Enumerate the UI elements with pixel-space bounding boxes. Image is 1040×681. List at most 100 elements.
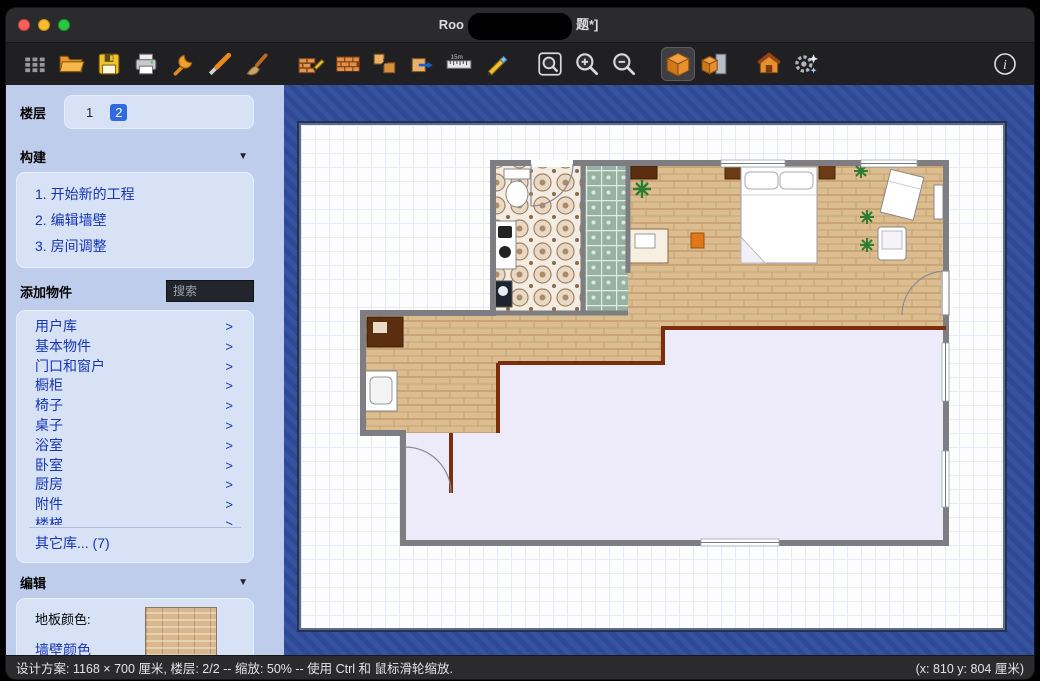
chevron-right-icon: >: [225, 495, 233, 515]
chisel-tool-button[interactable]: [203, 47, 237, 81]
search-input[interactable]: [166, 280, 254, 302]
open-folder-button[interactable]: [55, 47, 89, 81]
edit-header-label: 编辑: [20, 573, 46, 592]
design-settings-icon: [792, 50, 820, 78]
category-item[interactable]: 基本物件 >: [17, 337, 253, 357]
close-button[interactable]: [18, 19, 30, 31]
floor-tab-2[interactable]: 2: [110, 104, 127, 121]
minimize-button[interactable]: [38, 19, 50, 31]
category-item[interactable]: 桌子 >: [17, 416, 253, 436]
draw-walls-icon: [297, 50, 325, 78]
traffic-lights: [18, 8, 70, 42]
floor-row: 楼层 12: [6, 95, 284, 129]
maximize-button[interactable]: [58, 19, 70, 31]
window-title-right: 题*]: [576, 8, 598, 42]
add-objects-label: 添加物件: [20, 282, 72, 301]
other-libraries-label: 其它库... (7): [35, 535, 110, 551]
chevron-right-icon: >: [225, 337, 233, 357]
floor-color-swatch[interactable]: [145, 607, 217, 655]
wall-type-icon: [334, 50, 362, 78]
draw-walls-button[interactable]: [294, 47, 328, 81]
move-object-icon: [371, 50, 399, 78]
print-button[interactable]: [129, 47, 163, 81]
chevron-right-icon: >: [225, 317, 233, 337]
draw-pencil-button[interactable]: [479, 47, 513, 81]
objects-3d-button[interactable]: [698, 47, 732, 81]
library-grid-icon: [22, 51, 48, 77]
wall-type-button[interactable]: [331, 47, 365, 81]
chevron-right-icon: >: [225, 416, 233, 436]
other-libraries-item[interactable]: 其它库... (7): [17, 530, 253, 558]
floor-tabs: 12: [64, 95, 254, 129]
category-item[interactable]: 附件>: [17, 495, 253, 515]
floor-tab-1[interactable]: 1: [81, 104, 98, 121]
build-step-3[interactable]: 3. 房间调整: [17, 233, 253, 259]
object-categories-panel: 用户库>基本物件>门口和窗户>橱柜>椅子>桌子>浴室>卧室>厨房>附件>楼梯> …: [16, 310, 254, 563]
paint-brush-icon: [243, 50, 271, 78]
category-item[interactable]: 浴室>: [17, 436, 253, 456]
category-label: 桌子: [35, 416, 63, 436]
add-object-icon: [408, 50, 436, 78]
wall-color-link[interactable]: 墙壁颜色: [17, 640, 253, 655]
category-label: 楼梯: [35, 515, 63, 525]
category-item[interactable]: 卧室>: [17, 456, 253, 476]
save-button[interactable]: [92, 47, 126, 81]
floor-label: 楼层: [6, 103, 64, 122]
move-object-button[interactable]: [368, 47, 402, 81]
design-settings-button[interactable]: [789, 47, 823, 81]
svg-text:15m: 15m: [450, 54, 463, 61]
statusbar: 设计方案: 1168 × 700 厘米, 楼层: 2/2 -- 缩放: 50% …: [6, 655, 1034, 679]
status-coordinates: (x: 810 y: 804 厘米): [916, 658, 1024, 677]
zoom-out-button[interactable]: [607, 47, 641, 81]
category-item[interactable]: 椅子>: [17, 396, 253, 416]
walls-3d-button[interactable]: [752, 47, 786, 81]
category-label: 用户库: [35, 317, 77, 337]
chevron-right-icon: >: [225, 515, 233, 525]
status-left: 设计方案: 1168 × 700 厘米, 楼层: 2/2 -- 缩放: 50% …: [16, 658, 453, 677]
build-header-label: 构建: [20, 147, 46, 166]
build-section-header[interactable]: 构建 ▼: [6, 141, 284, 172]
add-objects-row: 添加物件: [6, 272, 284, 310]
category-divider: [29, 527, 241, 528]
category-item[interactable]: 门口和窗户>: [17, 357, 253, 377]
view-3d-button[interactable]: [661, 47, 695, 81]
collapse-triangle-icon: ▼: [238, 577, 248, 588]
zoom-region-button[interactable]: [533, 47, 567, 81]
measure-ruler-button[interactable]: 15m: [442, 47, 476, 81]
toolbar: 15m i: [6, 43, 1034, 85]
build-step-1[interactable]: 1. 开始新的工程: [17, 181, 253, 207]
category-item[interactable]: 楼梯 >: [17, 515, 253, 525]
floor-color-label: 地板颜色:: [17, 609, 253, 628]
draw-pencil-icon: [482, 50, 510, 78]
app-window: Roo 题*] 15m i 楼层 12 构建 ▼ 1. 开始新的工程2. 编辑墙…: [6, 8, 1034, 679]
build-step-2[interactable]: 2. 编辑墙壁: [17, 207, 253, 233]
chevron-right-icon: >: [225, 357, 233, 377]
toolbar-groups: 15m: [18, 47, 843, 81]
edit-section-header[interactable]: 编辑 ▼: [6, 567, 284, 598]
tools-wrench-icon: [170, 51, 196, 77]
info-button[interactable]: i: [988, 47, 1022, 81]
zoom-region-icon: [536, 50, 564, 78]
paint-brush-button[interactable]: [240, 47, 274, 81]
chisel-tool-icon: [207, 51, 233, 77]
drawing-sheet[interactable]: [299, 123, 1005, 630]
tools-wrench-button[interactable]: [166, 47, 200, 81]
collapse-triangle-icon: ▼: [238, 151, 248, 162]
sidebar: 楼层 12 构建 ▼ 1. 开始新的工程2. 编辑墙壁3. 房间调整 添加物件 …: [6, 85, 284, 655]
category-item[interactable]: 厨房>: [17, 475, 253, 495]
svg-text:i: i: [1003, 58, 1007, 73]
category-item[interactable]: 用户库 >: [17, 317, 253, 337]
floor-plan[interactable]: [301, 125, 1003, 628]
chevron-right-icon: >: [225, 376, 233, 396]
category-item[interactable]: 橱柜>: [17, 376, 253, 396]
library-grid-button[interactable]: [18, 47, 52, 81]
category-label: 基本物件: [35, 337, 91, 357]
print-icon: [133, 51, 159, 77]
canvas-area[interactable]: [284, 85, 1034, 655]
zoom-in-button[interactable]: [570, 47, 604, 81]
zoom-in-icon: [573, 50, 601, 78]
add-object-button[interactable]: [405, 47, 439, 81]
save-icon: [96, 51, 122, 77]
objects-3d-icon: [701, 50, 729, 78]
category-label: 卧室: [35, 456, 63, 476]
